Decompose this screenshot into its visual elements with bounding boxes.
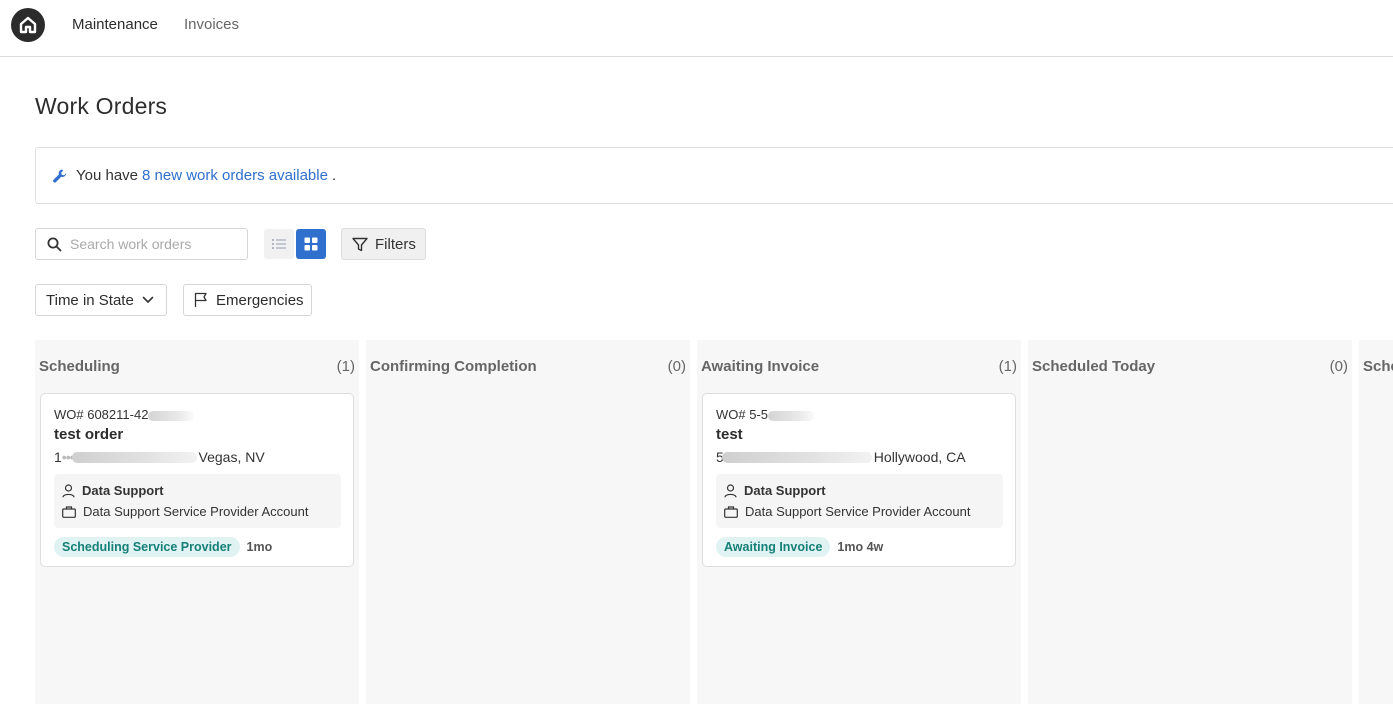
briefcase-icon [724, 505, 738, 518]
column-scheduled-partial: Sche [1359, 340, 1393, 704]
search-icon [47, 237, 62, 252]
status-badge: Scheduling Service Provider [54, 537, 240, 557]
board-view-button[interactable] [296, 229, 326, 259]
column-confirming-completion: Confirming Completion (0) [366, 340, 690, 704]
column-title: Sche [1363, 358, 1393, 375]
assignee-name: Data Support [82, 483, 164, 498]
assignment-box: Data Support Data Support Service Provid… [716, 474, 1003, 528]
page-title: Work Orders [35, 93, 168, 119]
time-in-state-dropdown[interactable]: Time in State [35, 284, 167, 316]
work-order-address: 5 Hollywood, CA [716, 449, 966, 465]
status-badge: Awaiting Invoice [716, 537, 831, 557]
work-order-card[interactable]: WO# 608211-42 test order 1 ••• Vegas, NV D… [40, 393, 354, 567]
account-name: Data Support Service Provider Account [83, 504, 309, 519]
column-scheduled-today: Scheduled Today (0) [1028, 340, 1352, 704]
column-count: (1) [336, 358, 355, 375]
view-toggle [264, 229, 326, 259]
top-nav: Maintenance Invoices [0, 0, 1393, 57]
filters-label: Filters [375, 235, 416, 253]
time-in-state: 1mo [246, 540, 273, 554]
work-order-title: test order [54, 426, 124, 443]
column-title: Confirming Completion [370, 358, 537, 375]
new-work-orders-link[interactable]: 8 new work orders available [142, 167, 328, 184]
user-icon [62, 483, 75, 498]
assignee-name: Data Support [744, 483, 826, 498]
user-icon [724, 483, 737, 498]
work-order-address: 1 ••• Vegas, NV [54, 449, 265, 465]
briefcase-icon [62, 505, 76, 518]
chevron-down-icon [142, 296, 154, 304]
column-scheduling: Scheduling (1) WO# 608211-42 test order … [35, 340, 359, 704]
column-title: Scheduled Today [1032, 358, 1156, 375]
emergencies-toggle[interactable]: Emergencies [183, 284, 312, 316]
emergencies-label: Emergencies [216, 291, 304, 309]
column-count: (0) [1329, 358, 1348, 375]
filters-button[interactable]: Filters [341, 228, 426, 260]
work-order-number: WO# 5-5 [716, 407, 815, 422]
nav-maintenance[interactable]: Maintenance [72, 16, 158, 33]
work-order-title: test [716, 426, 743, 443]
search-box [35, 228, 248, 260]
work-order-number: WO# 608211-42 [54, 407, 195, 422]
nav-invoices[interactable]: Invoices [184, 16, 239, 33]
column-title: Scheduling [39, 358, 120, 375]
filter-icon [352, 237, 368, 252]
flag-icon [194, 292, 208, 308]
assignment-box: Data Support Data Support Service Provid… [54, 474, 341, 528]
wrench-icon [52, 168, 68, 184]
column-title: Awaiting Invoice [701, 358, 820, 375]
home-icon[interactable] [11, 8, 45, 42]
column-count: (0) [667, 358, 686, 375]
column-count: (1) [998, 358, 1017, 375]
grid-icon [304, 237, 318, 251]
time-in-state-label: Time in State [46, 291, 134, 309]
search-input[interactable] [70, 236, 230, 252]
banner-prefix: You have [76, 167, 139, 184]
list-view-button[interactable] [264, 229, 294, 259]
list-icon [272, 238, 286, 250]
new-work-orders-banner: You have 8 new work orders available . [35, 147, 1393, 204]
work-order-card[interactable]: WO# 5-5 test 5 Hollywood, CA Data Support… [702, 393, 1016, 567]
account-name: Data Support Service Provider Account [745, 504, 971, 519]
time-in-state: 1mo 4w [837, 540, 884, 554]
banner-suffix: . [331, 167, 337, 184]
column-awaiting-invoice: Awaiting Invoice (1) WO# 5-5 test 5 Holly… [697, 340, 1021, 704]
